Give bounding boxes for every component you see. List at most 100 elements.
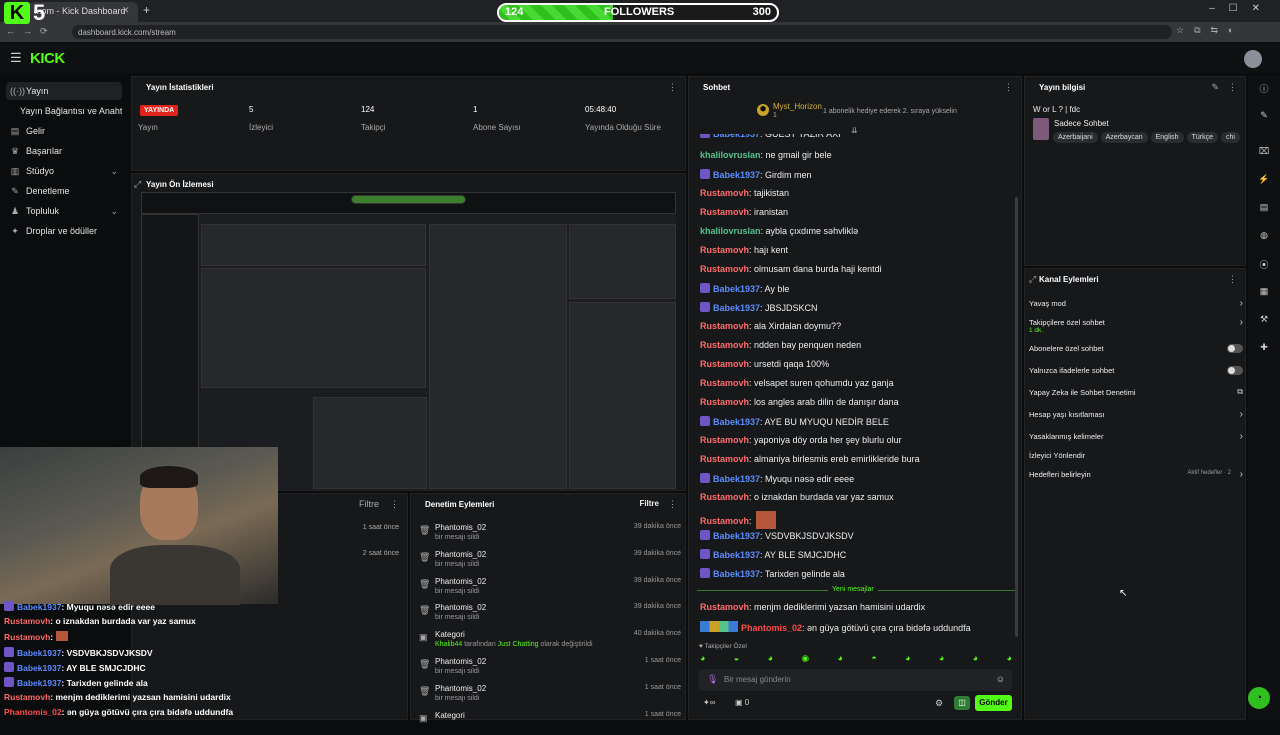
chat-message[interactable]: Babek1937: Girdim men [700,169,812,180]
channel-action[interactable]: İzleyici Yönlendir [1029,451,1243,460]
chat-username[interactable]: Babek1937 [713,569,760,579]
monitor-icon[interactable]: ▦ [1257,286,1271,300]
chat-username[interactable]: Rustamovh [700,435,749,445]
chat-username[interactable]: Rustamovh [700,492,749,502]
chevron-down-icon[interactable]: ⌄ [110,206,118,217]
chat-message[interactable]: Rustamovh: almaniya birlesmis ereb emirl… [700,454,920,464]
chat-message[interactable]: Rustamovh: [700,511,776,529]
chat-message[interactable]: Rustamovh: yaponiya döy orda her şey blu… [700,435,902,445]
plugin-icon[interactable]: ✚ [1257,342,1271,356]
chat-message[interactable]: Rustamovh: velsapet suren qohumdu yaz ga… [700,378,894,388]
support-chat-icon[interactable]: ◔ [1248,687,1270,709]
sidebar-item[interactable]: ♛ Başarılar [6,142,122,160]
more-options-icon[interactable]: ⋮ [1004,82,1013,93]
toggle-switch[interactable] [1227,344,1243,353]
chat-username[interactable]: Rustamovh [700,321,749,331]
chat-username[interactable]: khalilovruslan [700,150,761,160]
scroll-down-icon[interactable]: ⇊ [851,126,858,135]
channel-action[interactable]: Yapay Zeka ile Sohbet Denetimi ⧉ [1029,387,1243,397]
chevron-right-icon[interactable]: › [1240,431,1243,442]
lightning-icon[interactable]: ⚡ [1257,174,1271,188]
chat-message[interactable]: Rustamovh: menjm dediklerimi yazsan hami… [700,602,925,612]
emote-bar[interactable]: ◕ ◒ ◕ ◉ ◕ ◓ ◕ ◕ ◕ ◕ [700,653,1012,665]
sidebar-item[interactable]: ▤ Gelir [6,122,122,140]
kick-wordmark[interactable]: KICK [30,50,65,67]
chat-username[interactable]: Rustamovh [700,245,749,255]
sidebar-item[interactable]: Yayın Bağlantısı ve Anahtarı [6,102,122,120]
channel-action[interactable]: Hesap yaşı kısıtlaması › [1029,409,1243,420]
chat-message[interactable]: Rustamovh: iranistan [700,207,788,217]
emoji-icon[interactable]: ☺ [996,674,1005,684]
emote-icon[interactable]: ◕ [838,653,843,665]
toggle-switch[interactable] [1227,366,1243,375]
chat-message[interactable]: Rustamovh: hajı kent [700,245,788,255]
more-options-icon[interactable]: ⋮ [1228,82,1237,93]
chat-message[interactable]: Babek1937: AY BLE SMJCJDHC [700,549,846,560]
document-icon[interactable]: ▤ [1257,202,1271,216]
chat-username[interactable]: Babek1937 [713,550,760,560]
emote-icon[interactable]: ◕ [1006,653,1011,665]
chevron-down-icon[interactable]: ⌄ [110,166,118,177]
window-controls[interactable]: –☐✕ [1209,3,1274,14]
chat-bubble-icon[interactable]: ◍ [1257,230,1271,244]
new-tab-icon[interactable]: + [143,3,150,17]
chat-message[interactable]: Babek1937: AYE BU MYUQU NEDİR BELE [700,416,889,427]
wrench-icon[interactable]: ⚒ [1257,314,1271,328]
chat-message[interactable]: Rustamovh: tajikistan [700,188,789,198]
chat-username[interactable]: Rustamovh [700,359,749,369]
chevron-right-icon[interactable]: › [1240,317,1243,328]
chat-message[interactable]: Rustamovh: ndden bay penquen neden [700,340,861,350]
chat-message[interactable]: Rustamovh: olmusam dana burda haji kentd… [700,264,882,274]
edit-icon[interactable]: ✎ [1257,110,1271,124]
emote-icon[interactable]: ◕ [939,653,944,665]
avatar[interactable] [1244,50,1262,68]
chat-username[interactable]: Rustamovh [700,207,749,217]
chat-username[interactable]: Babek1937 [713,417,760,427]
chat-message[interactable]: Rustamovh: ala Xirdalan doymu?? [700,321,841,331]
chat-username[interactable]: Babek1937 [713,284,760,294]
chat-username[interactable]: Babek1937 [713,474,760,484]
broadcast-icon[interactable]: ⦿ [1257,258,1271,272]
stream-preview-video[interactable] [141,192,676,490]
emote-icon[interactable]: ◕ [768,653,773,665]
more-options-icon[interactable]: ⋮ [390,499,399,510]
points-icon[interactable]: ✦∞ [703,698,715,707]
chevron-right-icon[interactable]: › [1240,469,1243,480]
more-options-icon[interactable]: ⋮ [668,82,677,93]
clip-icon[interactable]: ⌧ [1257,146,1271,160]
address-bar[interactable]: dashboard.kick.com/stream [72,25,1172,39]
emote-icon[interactable]: ◉ [801,653,809,665]
filter-button[interactable]: Filtre [359,499,379,509]
chat-message[interactable]: Rustamovh: los angles arab dilin de danı… [700,397,899,407]
chat-message[interactable]: Babek1937: JBSJDSKCN [700,302,818,313]
emote-icon[interactable]: ◕ [905,653,910,665]
filter-button[interactable]: Filtre [639,499,659,508]
info-icon[interactable]: ⓘ [1257,82,1271,96]
chat-username[interactable]: Babek1937 [713,303,760,313]
emote-icon[interactable]: ◓ [871,653,876,665]
chat-username[interactable]: Rustamovh [700,397,749,407]
send-button[interactable]: Gönder [975,695,1012,711]
chat-username[interactable]: Rustamovh [700,454,749,464]
chat-username[interactable]: Phantomis_02 [741,623,802,633]
chat-message[interactable]: Babek1937: Myuqu nəsə edir eeee [700,473,854,484]
tab-close-icon[interactable]: ✕ [122,5,130,16]
chat-username[interactable]: Rustamovh [700,188,749,198]
nav-arrows-icon[interactable]: ←→⟳ [6,26,56,37]
emote-icon[interactable]: ◕ [700,653,705,665]
extension-icons[interactable]: ☆⧉⇆◐ [1176,25,1243,36]
chat-username[interactable]: Babek1937 [713,170,760,180]
channel-action[interactable]: Yalnızca ifadelerle sohbet [1029,366,1243,375]
chat-message[interactable]: Rustamovh: ursetdi qaqa 100% [700,359,829,369]
sidebar-item[interactable]: ♟ Topluluk ⌄ [6,202,122,220]
more-options-icon[interactable]: ⋮ [668,499,677,510]
chat-username[interactable]: Rustamovh [700,340,749,350]
sidebar-item[interactable]: ▥ Stüdyo ⌄ [6,162,122,180]
sidebar-item[interactable]: ✎ Denetleme [6,182,122,200]
channel-action[interactable]: Yavaş mod › [1029,298,1243,309]
channel-action[interactable]: Yasaklanmış kelimeler › [1029,431,1243,442]
chat-message[interactable]: khalilovruslan: ne gmail gir bele [700,150,832,160]
chat-scrollbar[interactable] [1015,197,1018,637]
emote-icon[interactable]: ◕ [973,653,978,665]
mic-icon[interactable]: 🎙 [707,674,718,685]
